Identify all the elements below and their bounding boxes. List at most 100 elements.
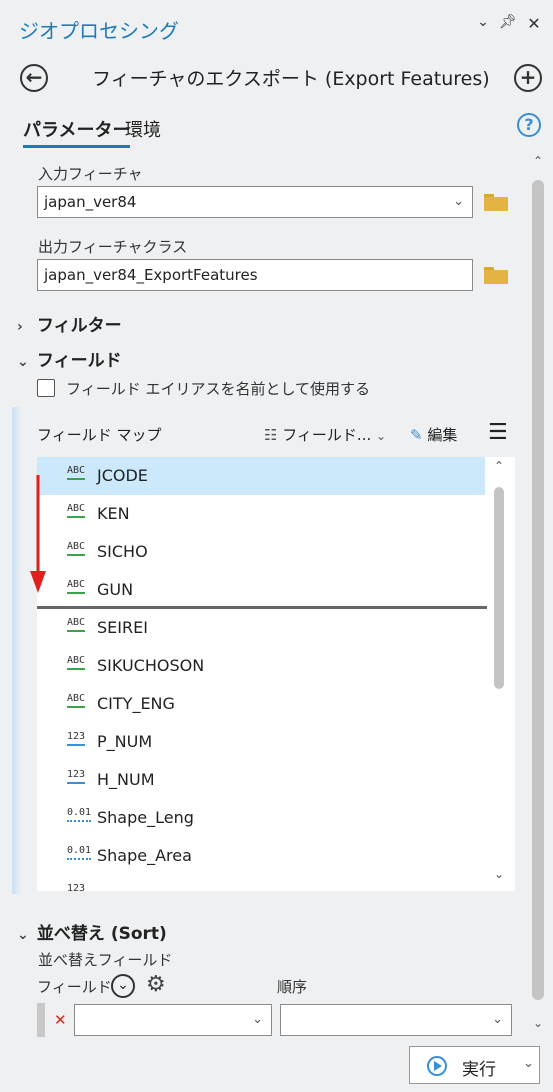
field-name: SEIREI bbox=[97, 618, 148, 637]
chevron-down-icon: ⌄ bbox=[492, 1012, 503, 1027]
field-map-label: フィールド マップ bbox=[37, 426, 162, 444]
sort-section-title: 並べ替え (Sort) bbox=[36, 924, 167, 944]
field-name: JCODE bbox=[97, 466, 148, 485]
tab-bar: パラメーター 環境 bbox=[0, 108, 553, 148]
folder-open-icon[interactable] bbox=[484, 193, 510, 211]
field-map-row[interactable]: ABC GUN bbox=[37, 571, 485, 609]
field-type-label: 0.01 bbox=[67, 845, 92, 856]
use-alias-checkbox[interactable] bbox=[37, 379, 55, 397]
field-type-underline bbox=[67, 516, 86, 518]
filter-section-title: フィルター bbox=[36, 316, 122, 336]
chevron-down-icon[interactable]: ⌄ bbox=[474, 14, 492, 36]
remove-row-icon[interactable]: ✕ bbox=[54, 1011, 67, 1029]
main-scrollbar[interactable]: ⌃ ⌄ bbox=[528, 150, 550, 1040]
plus-icon: + bbox=[519, 65, 537, 89]
chevron-up-icon[interactable]: ⌃ bbox=[533, 154, 543, 168]
field-type-icon: ABC bbox=[67, 541, 86, 556]
field-type-icon: ABC bbox=[67, 579, 86, 594]
chevron-down-icon[interactable]: ⌄ bbox=[533, 1016, 543, 1030]
field-type-icon: ABC bbox=[67, 693, 86, 708]
field-map-row[interactable]: ABC SEIREI bbox=[37, 609, 485, 647]
run-button-label: 実行 bbox=[462, 1060, 496, 1080]
gear-icon[interactable]: ⚙ bbox=[146, 972, 166, 997]
pin-icon[interactable]: 📌︎ bbox=[499, 14, 517, 36]
field-map-row[interactable]: ABC CITY_ENG bbox=[37, 685, 485, 723]
chevron-down-icon[interactable]: ⌄ bbox=[494, 867, 504, 881]
field-name: フィ bbox=[97, 884, 129, 891]
field-list-scrollbar[interactable]: ⌃ ⌄ bbox=[485, 457, 515, 891]
field-type-underline bbox=[67, 554, 86, 556]
field-map-list[interactable]: ABC JCODE ABC KEN ABC SICHO ABC GUN ABC SEIREI ABC… bbox=[37, 457, 515, 891]
field-type-underline bbox=[67, 858, 92, 860]
field-map-row[interactable]: 123 フィ bbox=[37, 875, 485, 892]
field-map-row[interactable]: ABC KEN bbox=[37, 495, 485, 533]
field-map-row[interactable]: 0.01 Shape_Area bbox=[37, 837, 485, 875]
field-type-underline bbox=[67, 706, 86, 708]
field-type-icon: 123 bbox=[67, 769, 86, 784]
sort-field-column-label: フィールド bbox=[37, 978, 112, 996]
pane-titlebar: ジオプロセシング ⌄ 📌︎ ✕ bbox=[0, 0, 553, 50]
field-map-row[interactable]: 0.01 Shape_Leng bbox=[37, 799, 485, 837]
red-drag-arrow-icon bbox=[30, 475, 46, 593]
tab-environments[interactable]: 環境 bbox=[125, 116, 161, 142]
field-type-underline bbox=[67, 668, 86, 670]
sort-order-column-label: 順序 bbox=[277, 978, 308, 996]
field-map-row[interactable]: ABC SICHO bbox=[37, 533, 485, 571]
field-type-icon: 123 bbox=[67, 884, 85, 892]
edit-button[interactable]: ✎ 編集 bbox=[410, 424, 457, 445]
filter-section-header[interactable]: › フィルター bbox=[17, 311, 122, 336]
edit-label: 編集 bbox=[427, 426, 458, 444]
field-type-label: ABC bbox=[67, 541, 86, 552]
field-type-label: ABC bbox=[67, 693, 86, 704]
field-type-icon: ABC bbox=[67, 465, 86, 480]
output-featureclass-input[interactable]: japan_ver84_ExportFeatures bbox=[37, 259, 473, 291]
fields-section-header[interactable]: ⌄ フィールド bbox=[17, 346, 122, 371]
field-list-scroll-thumb[interactable] bbox=[494, 487, 504, 689]
field-name: Shape_Leng bbox=[97, 808, 194, 827]
field-map-row[interactable]: ABC SIKUCHOSON bbox=[37, 647, 485, 685]
tool-title: フィーチャのエクスポート (Export Features) bbox=[92, 68, 490, 90]
sort-field-dropdown[interactable]: ⌄ bbox=[74, 1004, 272, 1036]
row-grip-handle[interactable] bbox=[37, 1003, 45, 1037]
main-scroll-thumb[interactable] bbox=[532, 180, 544, 1000]
chevron-down-icon: ⌄ bbox=[17, 927, 29, 943]
field-type-label: ABC bbox=[67, 579, 86, 590]
field-map-row[interactable]: 123 H_NUM bbox=[37, 761, 485, 799]
folder-open-icon[interactable] bbox=[484, 266, 510, 284]
chevron-right-icon: › bbox=[17, 319, 23, 335]
field-type-label: ABC bbox=[67, 617, 86, 628]
field-map-row[interactable]: ABC JCODE bbox=[37, 457, 485, 495]
field-type-label: 0.01 bbox=[67, 807, 92, 818]
output-featureclass-value: japan_ver84_ExportFeatures bbox=[44, 266, 258, 284]
help-icon[interactable]: ? bbox=[517, 113, 541, 137]
field-type-label: ABC bbox=[67, 465, 86, 476]
run-button[interactable]: 実行 ⌄ bbox=[409, 1046, 540, 1084]
chevron-up-icon[interactable]: ⌃ bbox=[494, 459, 504, 473]
add-button[interactable]: + bbox=[514, 64, 542, 92]
sort-section-header[interactable]: ⌄ 並べ替え (Sort) bbox=[17, 919, 167, 944]
hamburger-menu-icon[interactable]: ☰ bbox=[488, 420, 508, 445]
field-type-icon: ABC bbox=[67, 504, 86, 518]
tool-header: ← フィーチャのエクスポート (Export Features) + bbox=[0, 52, 553, 98]
field-type-icon: 123 bbox=[67, 731, 86, 746]
fields-menu-button[interactable]: ☷ フィールド... ⌄ bbox=[264, 424, 386, 445]
back-button[interactable]: ← bbox=[20, 64, 48, 92]
field-map-row[interactable]: 123 P_NUM bbox=[37, 723, 485, 761]
field-name: SIKUCHOSON bbox=[97, 656, 205, 675]
field-type-label: 123 bbox=[67, 731, 86, 742]
sort-order-dropdown[interactable]: ⌄ bbox=[280, 1004, 512, 1036]
tab-parameters[interactable]: パラメーター bbox=[23, 116, 131, 148]
input-features-dropdown[interactable]: japan_ver84 ⌄ bbox=[37, 186, 473, 218]
close-icon[interactable]: ✕ bbox=[525, 14, 543, 36]
field-type-underline bbox=[67, 744, 86, 746]
field-type-underline bbox=[67, 820, 92, 822]
field-type-icon: 0.01 bbox=[67, 807, 92, 822]
chevron-down-icon: ⌄ bbox=[453, 194, 464, 209]
field-name: CITY_ENG bbox=[97, 694, 175, 713]
chevron-down-icon[interactable]: ⌄ bbox=[523, 1056, 534, 1071]
field-type-label: 123 bbox=[67, 769, 86, 780]
chevron-down-circle-icon[interactable]: ⌄ bbox=[111, 974, 135, 998]
field-type-underline bbox=[67, 630, 86, 632]
fields-menu-label: フィールド... bbox=[282, 426, 372, 444]
field-type-icon: ABC bbox=[67, 617, 86, 632]
